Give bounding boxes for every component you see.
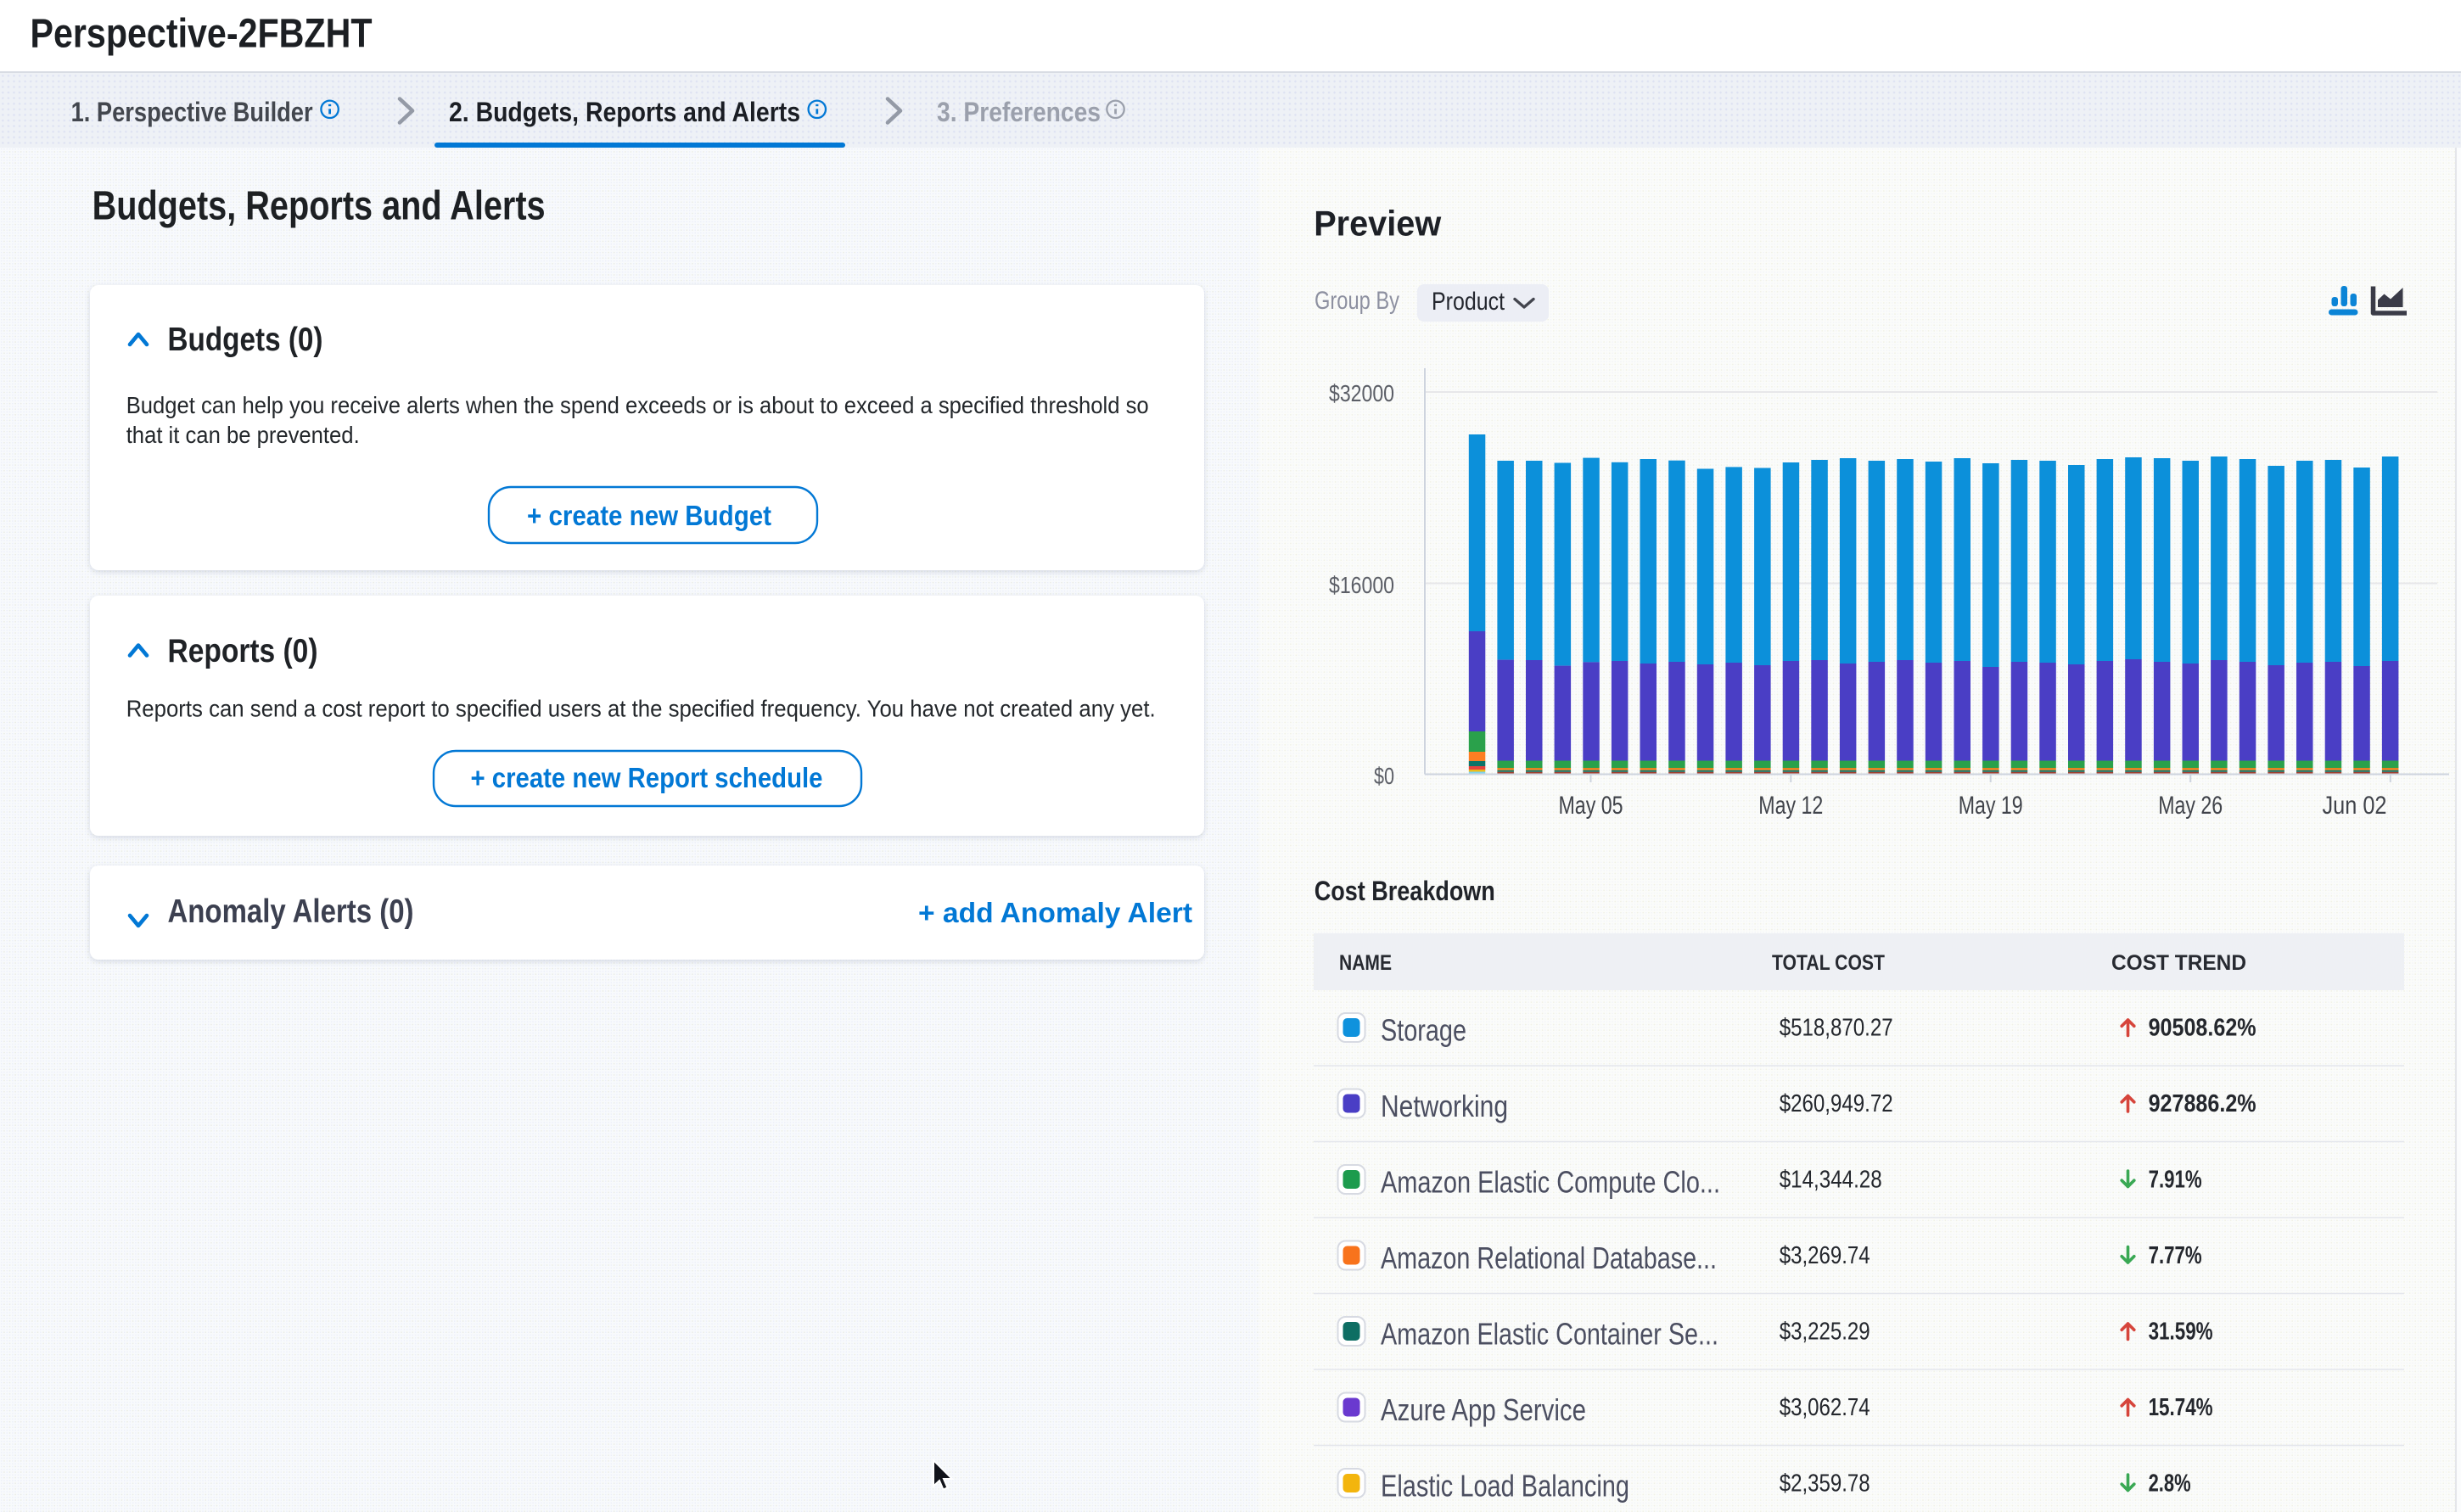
svg-text:$3,269.74: $3,269.74 [1780,1242,1870,1269]
svg-text:Storage: Storage [1381,1013,1466,1048]
svg-text:Perspective-2FBZHT: Perspective-2FBZHT [31,11,373,56]
svg-text:+ create new Budget: + create new Budget [527,500,771,531]
svg-text:May 12: May 12 [1758,792,1823,820]
svg-text:$518,870.27: $518,870.27 [1780,1015,1893,1042]
svg-text:+ add Anomaly Alert: + add Anomaly Alert [918,897,1192,928]
svg-text:Elastic Load Balancing: Elastic Load Balancing [1381,1469,1629,1504]
svg-text:2.8%: 2.8% [2149,1470,2191,1498]
svg-text:$14,344.28: $14,344.28 [1780,1167,1882,1194]
svg-text:15.74%: 15.74% [2149,1394,2213,1421]
svg-text:Azure App Service: Azure App Service [1381,1392,1586,1427]
svg-text:$260,949.72: $260,949.72 [1780,1090,1893,1117]
svg-text:$2,359.78: $2,359.78 [1780,1470,1870,1498]
svg-text:that it can be prevented.: that it can be prevented. [126,422,360,448]
svg-text:COST TREND: COST TREND [2111,951,2246,975]
svg-text:7.77%: 7.77% [2149,1242,2202,1269]
svg-text:2. Budgets, Reports and Alerts: 2. Budgets, Reports and Alerts [449,97,800,127]
svg-text:$16000: $16000 [1329,572,1394,598]
svg-text:Reports can send a cost report: Reports can send a cost report to specif… [126,696,1156,722]
svg-text:+ create new Report schedule: + create new Report schedule [471,762,823,793]
svg-text:Preview: Preview [1314,204,1441,244]
svg-text:Amazon Relational Database...: Amazon Relational Database... [1381,1240,1717,1275]
svg-text:3. Preferences: 3. Preferences [937,97,1101,127]
svg-text:$0: $0 [1374,763,1394,789]
svg-text:1. Perspective Builder: 1. Perspective Builder [71,97,313,127]
svg-text:Budgets, Reports and Alerts: Budgets, Reports and Alerts [92,183,546,228]
svg-text:Jun 02: Jun 02 [2323,792,2387,820]
svg-text:Group By: Group By [1315,287,1399,315]
svg-text:TOTAL COST: TOTAL COST [1772,951,1885,975]
svg-text:7.91%: 7.91% [2149,1167,2202,1194]
svg-text:Cost Breakdown: Cost Breakdown [1315,876,1495,906]
svg-text:31.59%: 31.59% [2149,1319,2213,1346]
svg-text:Anomaly Alerts (0): Anomaly Alerts (0) [168,893,414,930]
svg-text:Amazon Elastic Compute Clo...: Amazon Elastic Compute Clo... [1381,1165,1720,1200]
svg-text:Budget can help you receive al: Budget can help you receive alerts when … [126,392,1149,418]
svg-text:$32000: $32000 [1329,380,1394,406]
svg-text:Amazon Elastic Container Se...: Amazon Elastic Container Se... [1381,1317,1718,1352]
svg-text:Product: Product [1432,288,1505,316]
svg-text:Budgets (0): Budgets (0) [168,322,323,358]
svg-text:927886.2%: 927886.2% [2149,1090,2256,1117]
svg-text:May 26: May 26 [2158,792,2223,820]
svg-text:Networking: Networking [1381,1089,1508,1123]
svg-text:$3,225.29: $3,225.29 [1780,1319,1870,1346]
svg-text:May 05: May 05 [1559,792,1623,820]
svg-text:May 19: May 19 [1959,792,2023,820]
svg-text:Reports (0): Reports (0) [168,633,318,669]
svg-text:90508.62%: 90508.62% [2149,1015,2256,1042]
svg-text:NAME: NAME [1339,951,1392,975]
svg-text:$3,062.74: $3,062.74 [1780,1394,1870,1421]
